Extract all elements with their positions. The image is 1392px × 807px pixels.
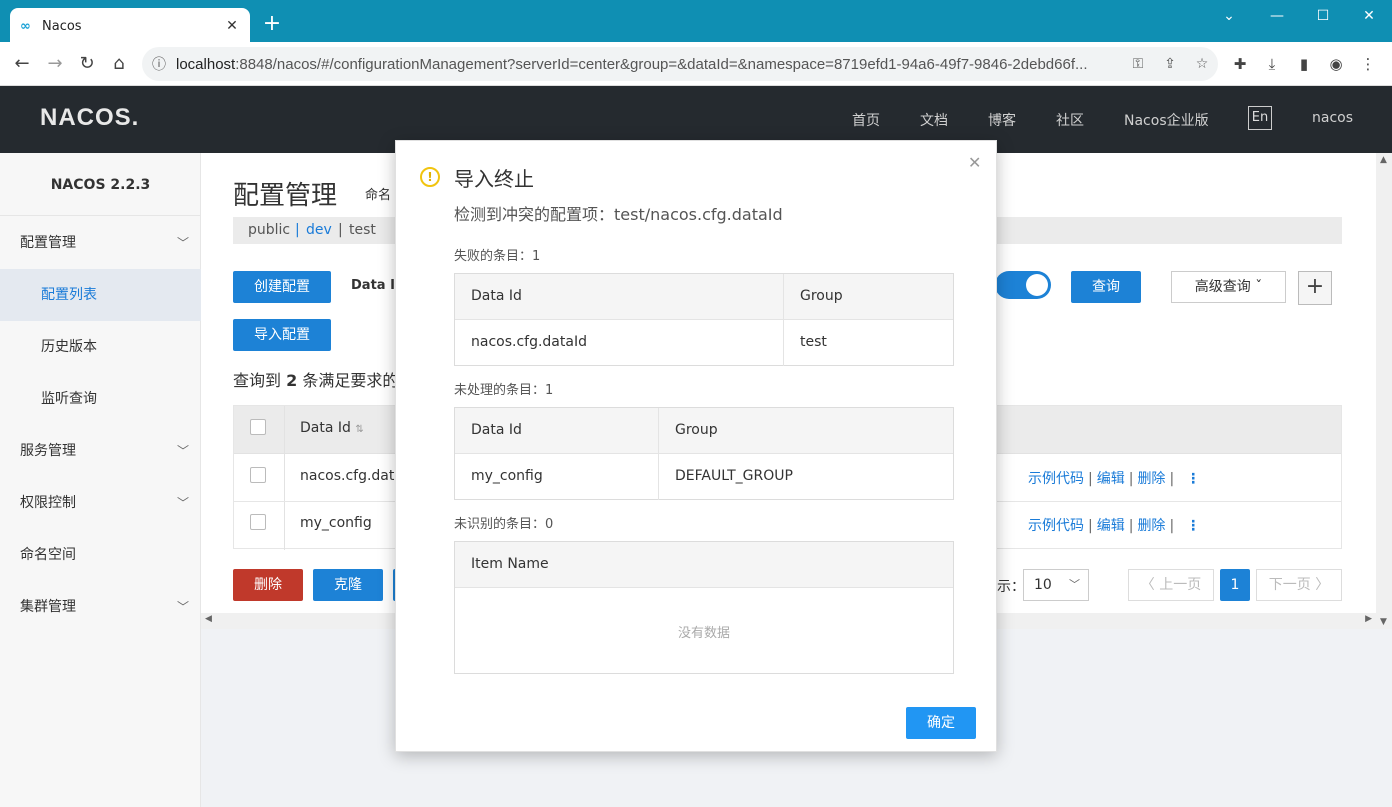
col-group-header: Group: [675, 422, 718, 438]
confirm-button[interactable]: 确定: [906, 707, 976, 739]
maximize-icon[interactable]: ☐: [1300, 4, 1346, 28]
warning-icon: !: [420, 167, 440, 187]
column-divider: [658, 408, 659, 500]
import-result-dialog: ! 导入终止 ✕ 检测到冲突的配置项：test/nacos.cfg.dataId…: [395, 140, 997, 752]
failed-items-label: 失败的条目：1: [454, 249, 541, 264]
tab-search-icon[interactable]: ⌄: [1206, 4, 1252, 28]
table-header: [455, 274, 953, 320]
side-panel-icon[interactable]: ▮: [1292, 52, 1316, 76]
browser-toolbar: ← → ↻ ⌂ ⓘ localhost:8848/nacos/#/configu…: [0, 42, 1392, 86]
share-icon[interactable]: ⇪: [1154, 56, 1186, 72]
download-icon[interactable]: ⤓: [1260, 52, 1284, 76]
col-group-header: Group: [800, 288, 843, 304]
site-info-icon[interactable]: ⓘ: [152, 54, 176, 74]
profile-avatar-icon[interactable]: ◉: [1324, 52, 1348, 76]
back-icon[interactable]: ←: [10, 52, 34, 76]
browser-tab[interactable]: ∞ Nacos ✕: [10, 8, 250, 44]
dialog-title: 导入终止: [454, 167, 534, 191]
window-close-icon[interactable]: ✕: [1346, 4, 1392, 28]
bookmark-star-icon[interactable]: ☆: [1186, 56, 1218, 72]
failed-row-group: test: [800, 334, 827, 350]
url-text[interactable]: localhost:8848/nacos/#/configurationMana…: [176, 56, 1122, 73]
skipped-row-dataid: my_config: [471, 468, 543, 484]
extensions-icon[interactable]: ✚: [1228, 52, 1252, 76]
tab-close-icon[interactable]: ✕: [224, 18, 240, 34]
minimize-icon[interactable]: —: [1254, 4, 1300, 28]
url-host: localhost: [176, 55, 236, 73]
menu-kebab-icon[interactable]: ⋮: [1356, 52, 1380, 76]
home-icon[interactable]: ⌂: [107, 52, 131, 76]
unrecognized-items-label: 未识别的条目：0: [454, 517, 554, 532]
forward-icon[interactable]: →: [43, 52, 67, 76]
col-item-name-header: Item Name: [471, 556, 549, 572]
tab-title: Nacos: [42, 18, 82, 34]
column-divider: [783, 274, 784, 366]
skipped-row-group: DEFAULT_GROUP: [675, 468, 793, 484]
reload-icon[interactable]: ↻: [75, 52, 99, 76]
new-tab-icon[interactable]: +: [260, 12, 284, 36]
col-dataid-header: Data Id: [471, 288, 522, 304]
col-dataid-header: Data Id: [471, 422, 522, 438]
failed-items-table: Data Id Group nacos.cfg.dataId test: [454, 273, 954, 366]
skipped-items-table: Data Id Group my_config DEFAULT_GROUP: [454, 407, 954, 500]
dialog-subtitle: 检测到冲突的配置项：test/nacos.cfg.dataId: [454, 205, 783, 224]
key-icon[interactable]: ⚿: [1122, 56, 1154, 72]
skipped-items-label: 未处理的条目：1: [454, 383, 554, 398]
unrecognized-items-table: Item Name 没有数据: [454, 541, 954, 674]
empty-text: 没有数据: [677, 626, 730, 641]
close-icon[interactable]: ✕: [968, 153, 981, 172]
nacos-favicon-icon: ∞: [20, 18, 31, 34]
failed-row-dataid: nacos.cfg.dataId: [471, 334, 587, 350]
address-bar[interactable]: ⓘ localhost:8848/nacos/#/configurationMa…: [142, 47, 1218, 81]
url-path: :8848/nacos/#/configurationManagement?se…: [235, 55, 1088, 73]
